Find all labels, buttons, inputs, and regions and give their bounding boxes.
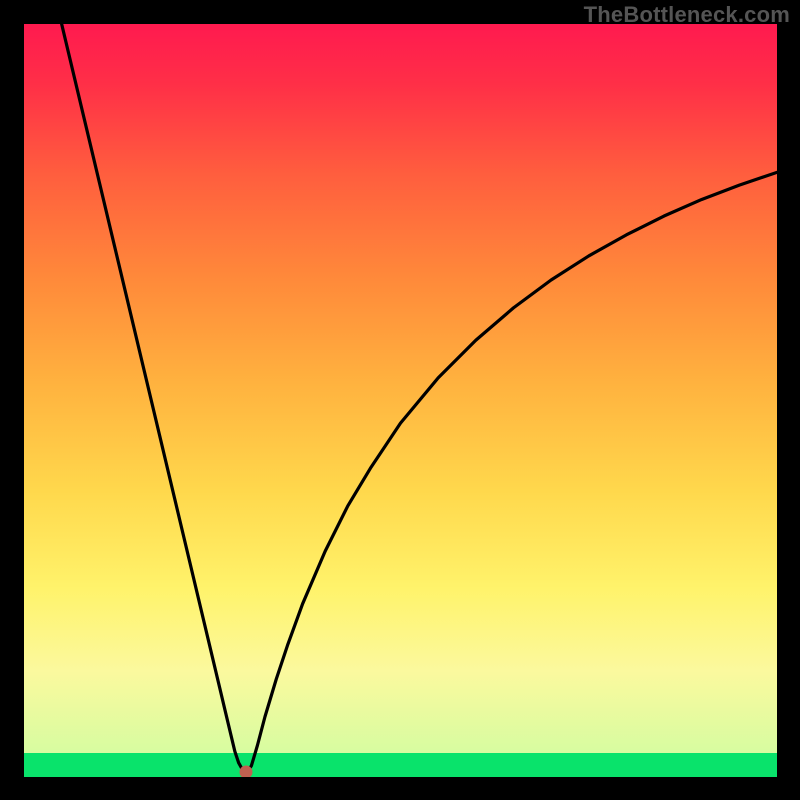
curve-svg <box>24 24 777 777</box>
plot-area <box>24 24 777 777</box>
minimum-marker <box>240 766 253 777</box>
chart-frame: TheBottleneck.com <box>0 0 800 800</box>
curve-path <box>62 24 777 772</box>
